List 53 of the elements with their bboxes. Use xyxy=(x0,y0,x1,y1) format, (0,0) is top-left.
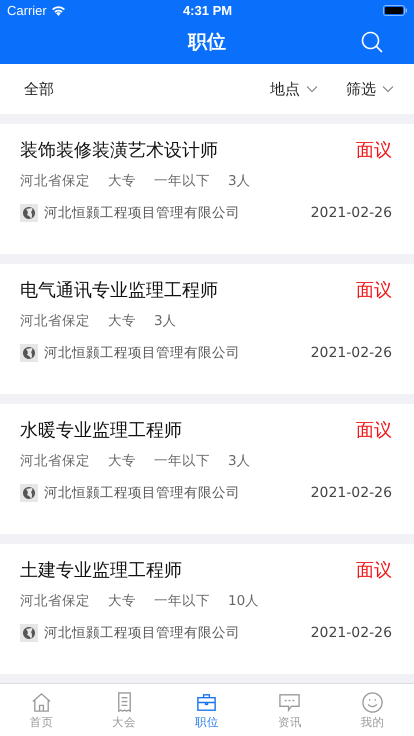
job-tag: 一年以下 xyxy=(154,172,210,190)
job-tag: 3人 xyxy=(228,452,251,470)
post-date: 2021-02-26 xyxy=(310,625,392,641)
salary-label: 面议 xyxy=(356,419,392,442)
wifi-icon xyxy=(50,4,66,16)
tab-bar-item[interactable]: 职位 xyxy=(166,684,248,736)
home-icon xyxy=(30,690,53,714)
chevron-down-icon xyxy=(306,85,318,93)
job-tag: 一年以下 xyxy=(154,592,210,610)
job-tag: 大专 xyxy=(108,452,136,470)
job-card[interactable]: 土建专业监理工程师 面议 河北省保定 大专 一年以下 10人 河北恒颢工程项目管理有限公司 2021-02-26 xyxy=(0,544,414,674)
smiley-icon xyxy=(361,690,384,714)
job-title: 水暖专业监理工程师 xyxy=(20,419,182,442)
job-title: 装饰装修装潢艺术设计师 xyxy=(20,139,218,162)
company-logo-icon xyxy=(20,344,38,362)
post-date: 2021-02-26 xyxy=(310,345,392,361)
job-tag: 河北省保定 xyxy=(20,452,90,470)
job-card[interactable]: 水暖专业监理工程师 面议 河北省保定 大专 一年以下 3人 河北恒颢工程项目管理有限公司 2021-02-26 xyxy=(0,404,414,534)
job-card[interactable]: 装饰装修装潢艺术设计师 面议 河北省保定 大专 一年以下 3人 河北恒颢工程项目管理有限公司 2021-02-26 xyxy=(0,124,414,254)
job-tag: 3人 xyxy=(228,172,251,190)
job-tag: 大专 xyxy=(108,312,136,330)
battery-icon xyxy=(383,4,408,16)
job-title: 土建专业监理工程师 xyxy=(20,559,182,582)
salary-label: 面议 xyxy=(356,559,392,582)
post-date: 2021-02-26 xyxy=(310,485,392,501)
job-tag: 河北省保定 xyxy=(20,592,90,610)
job-title: 电气通讯专业监理工程师 xyxy=(20,279,218,302)
company-logo-icon xyxy=(20,484,38,502)
company-logo-icon xyxy=(20,204,38,222)
job-tag: 3人 xyxy=(154,312,177,330)
company-logo-icon xyxy=(20,624,38,642)
salary-label: 面议 xyxy=(356,279,392,302)
post-date: 2021-02-26 xyxy=(310,205,392,221)
salary-label: 面议 xyxy=(356,139,392,162)
filter-dropdown[interactable]: 地点 xyxy=(270,80,318,98)
page-title: 职位 xyxy=(188,30,226,55)
job-tag: 河北省保定 xyxy=(20,312,90,330)
chevron-down-icon xyxy=(382,85,394,93)
company-name: 河北恒颢工程项目管理有限公司 xyxy=(44,484,241,502)
search-icon[interactable] xyxy=(360,30,384,54)
job-tag: 大专 xyxy=(108,592,136,610)
job-tag: 河北省保定 xyxy=(20,172,90,190)
job-tag: 大专 xyxy=(108,172,136,190)
job-tag: 一年以下 xyxy=(154,452,210,470)
company-name: 河北恒颢工程项目管理有限公司 xyxy=(44,344,241,362)
filter-dropdown[interactable]: 筛选 xyxy=(346,80,394,98)
job-tag: 10人 xyxy=(228,592,260,610)
carrier-label: Carrier xyxy=(7,2,47,18)
clock-time: 4:31 PM xyxy=(182,2,232,18)
company-name: 河北恒颢工程项目管理有限公司 xyxy=(44,624,241,642)
company-name: 河北恒颢工程项目管理有限公司 xyxy=(44,204,241,222)
all-filter[interactable]: 全部 xyxy=(24,80,242,98)
job-card[interactable]: 电气通讯专业监理工程师 面议 河北省保定 大专 3人 河北恒颢工程项目管理有限公司 2021-02-26 xyxy=(0,264,414,394)
